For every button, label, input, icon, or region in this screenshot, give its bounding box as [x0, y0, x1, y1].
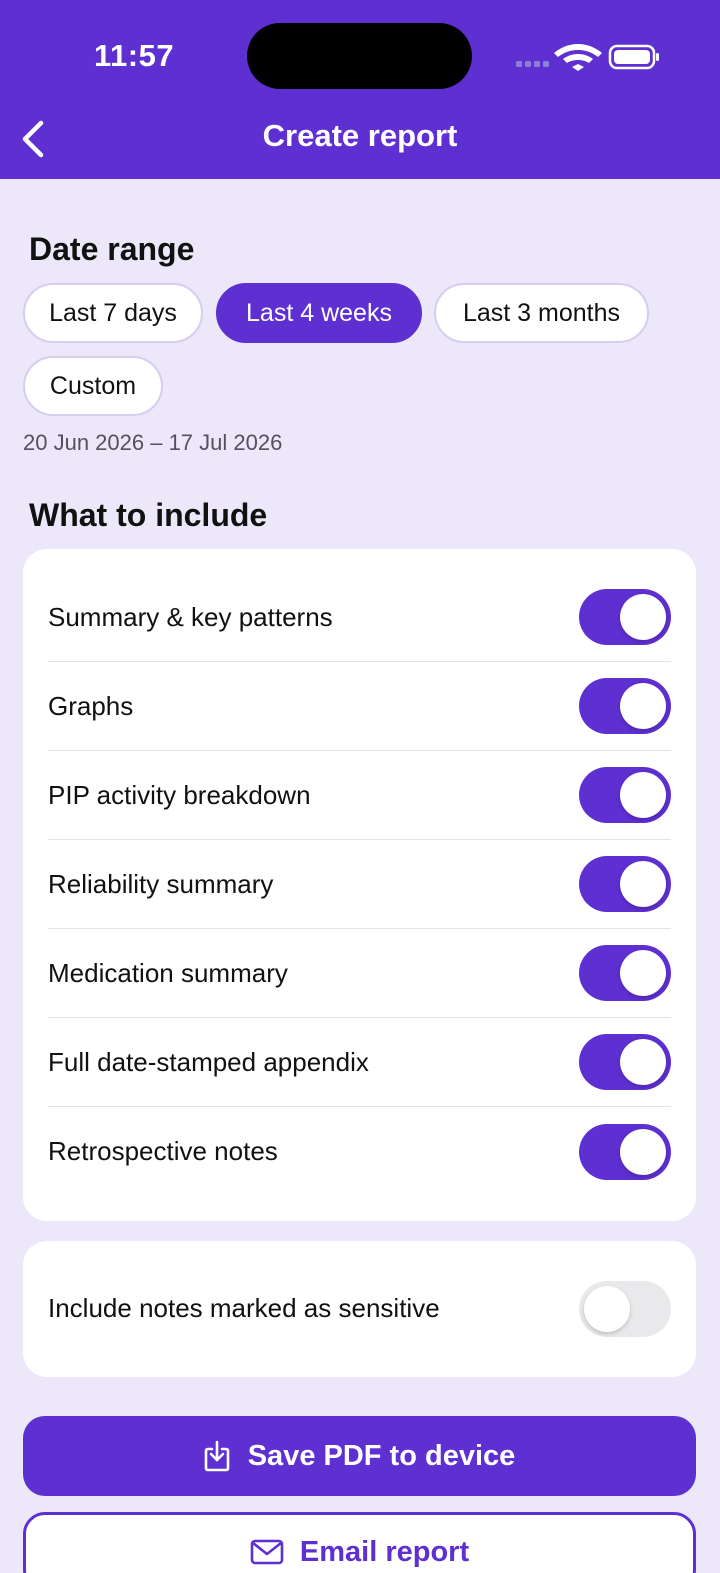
toggle-label: Reliability summary [48, 868, 274, 899]
status-time: 11:57 [94, 38, 175, 73]
battery-icon [608, 44, 659, 70]
toggle-switch[interactable] [579, 856, 671, 912]
signal-icon [516, 61, 549, 67]
toggle-row-summary[interactable]: Summary & key patterns [48, 573, 671, 662]
envelope-icon [250, 1539, 284, 1565]
chip-last-4-weeks[interactable]: Last 4 weeks [216, 283, 422, 343]
toggle-row-pip-activity[interactable]: PIP activity breakdown [48, 751, 671, 840]
wifi-icon [554, 44, 602, 71]
toggle-switch[interactable] [579, 1280, 671, 1337]
toggle-label: Graphs [48, 690, 134, 721]
toggle-switch[interactable] [579, 945, 671, 1001]
toggle-switch[interactable] [579, 1034, 671, 1090]
toggle-label: Medication summary [48, 957, 288, 988]
include-title: What to include [29, 497, 268, 533]
toggle-label: Summary & key patterns [48, 601, 333, 632]
sensitive-card: Include notes marked as sensitive [23, 1241, 696, 1377]
date-range-summary: 20 Jun 2026 – 17 Jul 2026 [23, 430, 283, 455]
switch-knob [620, 950, 666, 996]
page-title: Create report [262, 118, 458, 153]
email-report-label: Email report [299, 1535, 470, 1568]
switch-knob [620, 1128, 666, 1175]
app-header: 11:57 Create report [0, 0, 720, 179]
switch-knob [620, 683, 666, 729]
toggle-switch[interactable] [579, 589, 671, 645]
save-pdf-label: Save PDF to device [247, 1439, 516, 1472]
toggle-switch[interactable] [579, 767, 671, 823]
date-range-title: Date range [29, 231, 195, 267]
toggle-switch[interactable] [579, 678, 671, 734]
toggle-row-appendix[interactable]: Full date-stamped appendix [48, 1018, 671, 1107]
toggle-label: Include notes marked as sensitive [48, 1293, 440, 1323]
switch-knob [620, 594, 666, 640]
toggle-label: PIP activity breakdown [48, 779, 311, 810]
dynamic-island [247, 23, 472, 89]
toggle-row-sensitive[interactable]: Include notes marked as sensitive [48, 1264, 671, 1353]
switch-knob [584, 1285, 630, 1332]
chip-last-3-months[interactable]: Last 3 months [434, 283, 649, 343]
toggle-row-reliability[interactable]: Reliability summary [48, 840, 671, 929]
toggle-row-medication[interactable]: Medication summary [48, 929, 671, 1018]
toggle-row-retrospective[interactable]: Retrospective notes [48, 1107, 671, 1196]
toggle-label: Retrospective notes [48, 1136, 278, 1166]
download-icon [204, 1440, 230, 1472]
toggle-switch[interactable] [579, 1123, 671, 1180]
toggle-label: Full date-stamped appendix [48, 1046, 369, 1077]
chip-last-7-days[interactable]: Last 7 days [23, 283, 203, 343]
chip-custom[interactable]: Custom [23, 356, 163, 416]
include-card: Summary & key patterns Graphs PIP activi… [23, 549, 696, 1221]
toggle-row-graphs[interactable]: Graphs [48, 662, 671, 751]
switch-knob [620, 861, 666, 907]
email-report-button[interactable]: Email report [23, 1512, 696, 1573]
switch-knob [620, 772, 666, 818]
save-pdf-button[interactable]: Save PDF to device [23, 1416, 696, 1496]
status-icons [516, 44, 659, 71]
switch-knob [620, 1039, 666, 1085]
